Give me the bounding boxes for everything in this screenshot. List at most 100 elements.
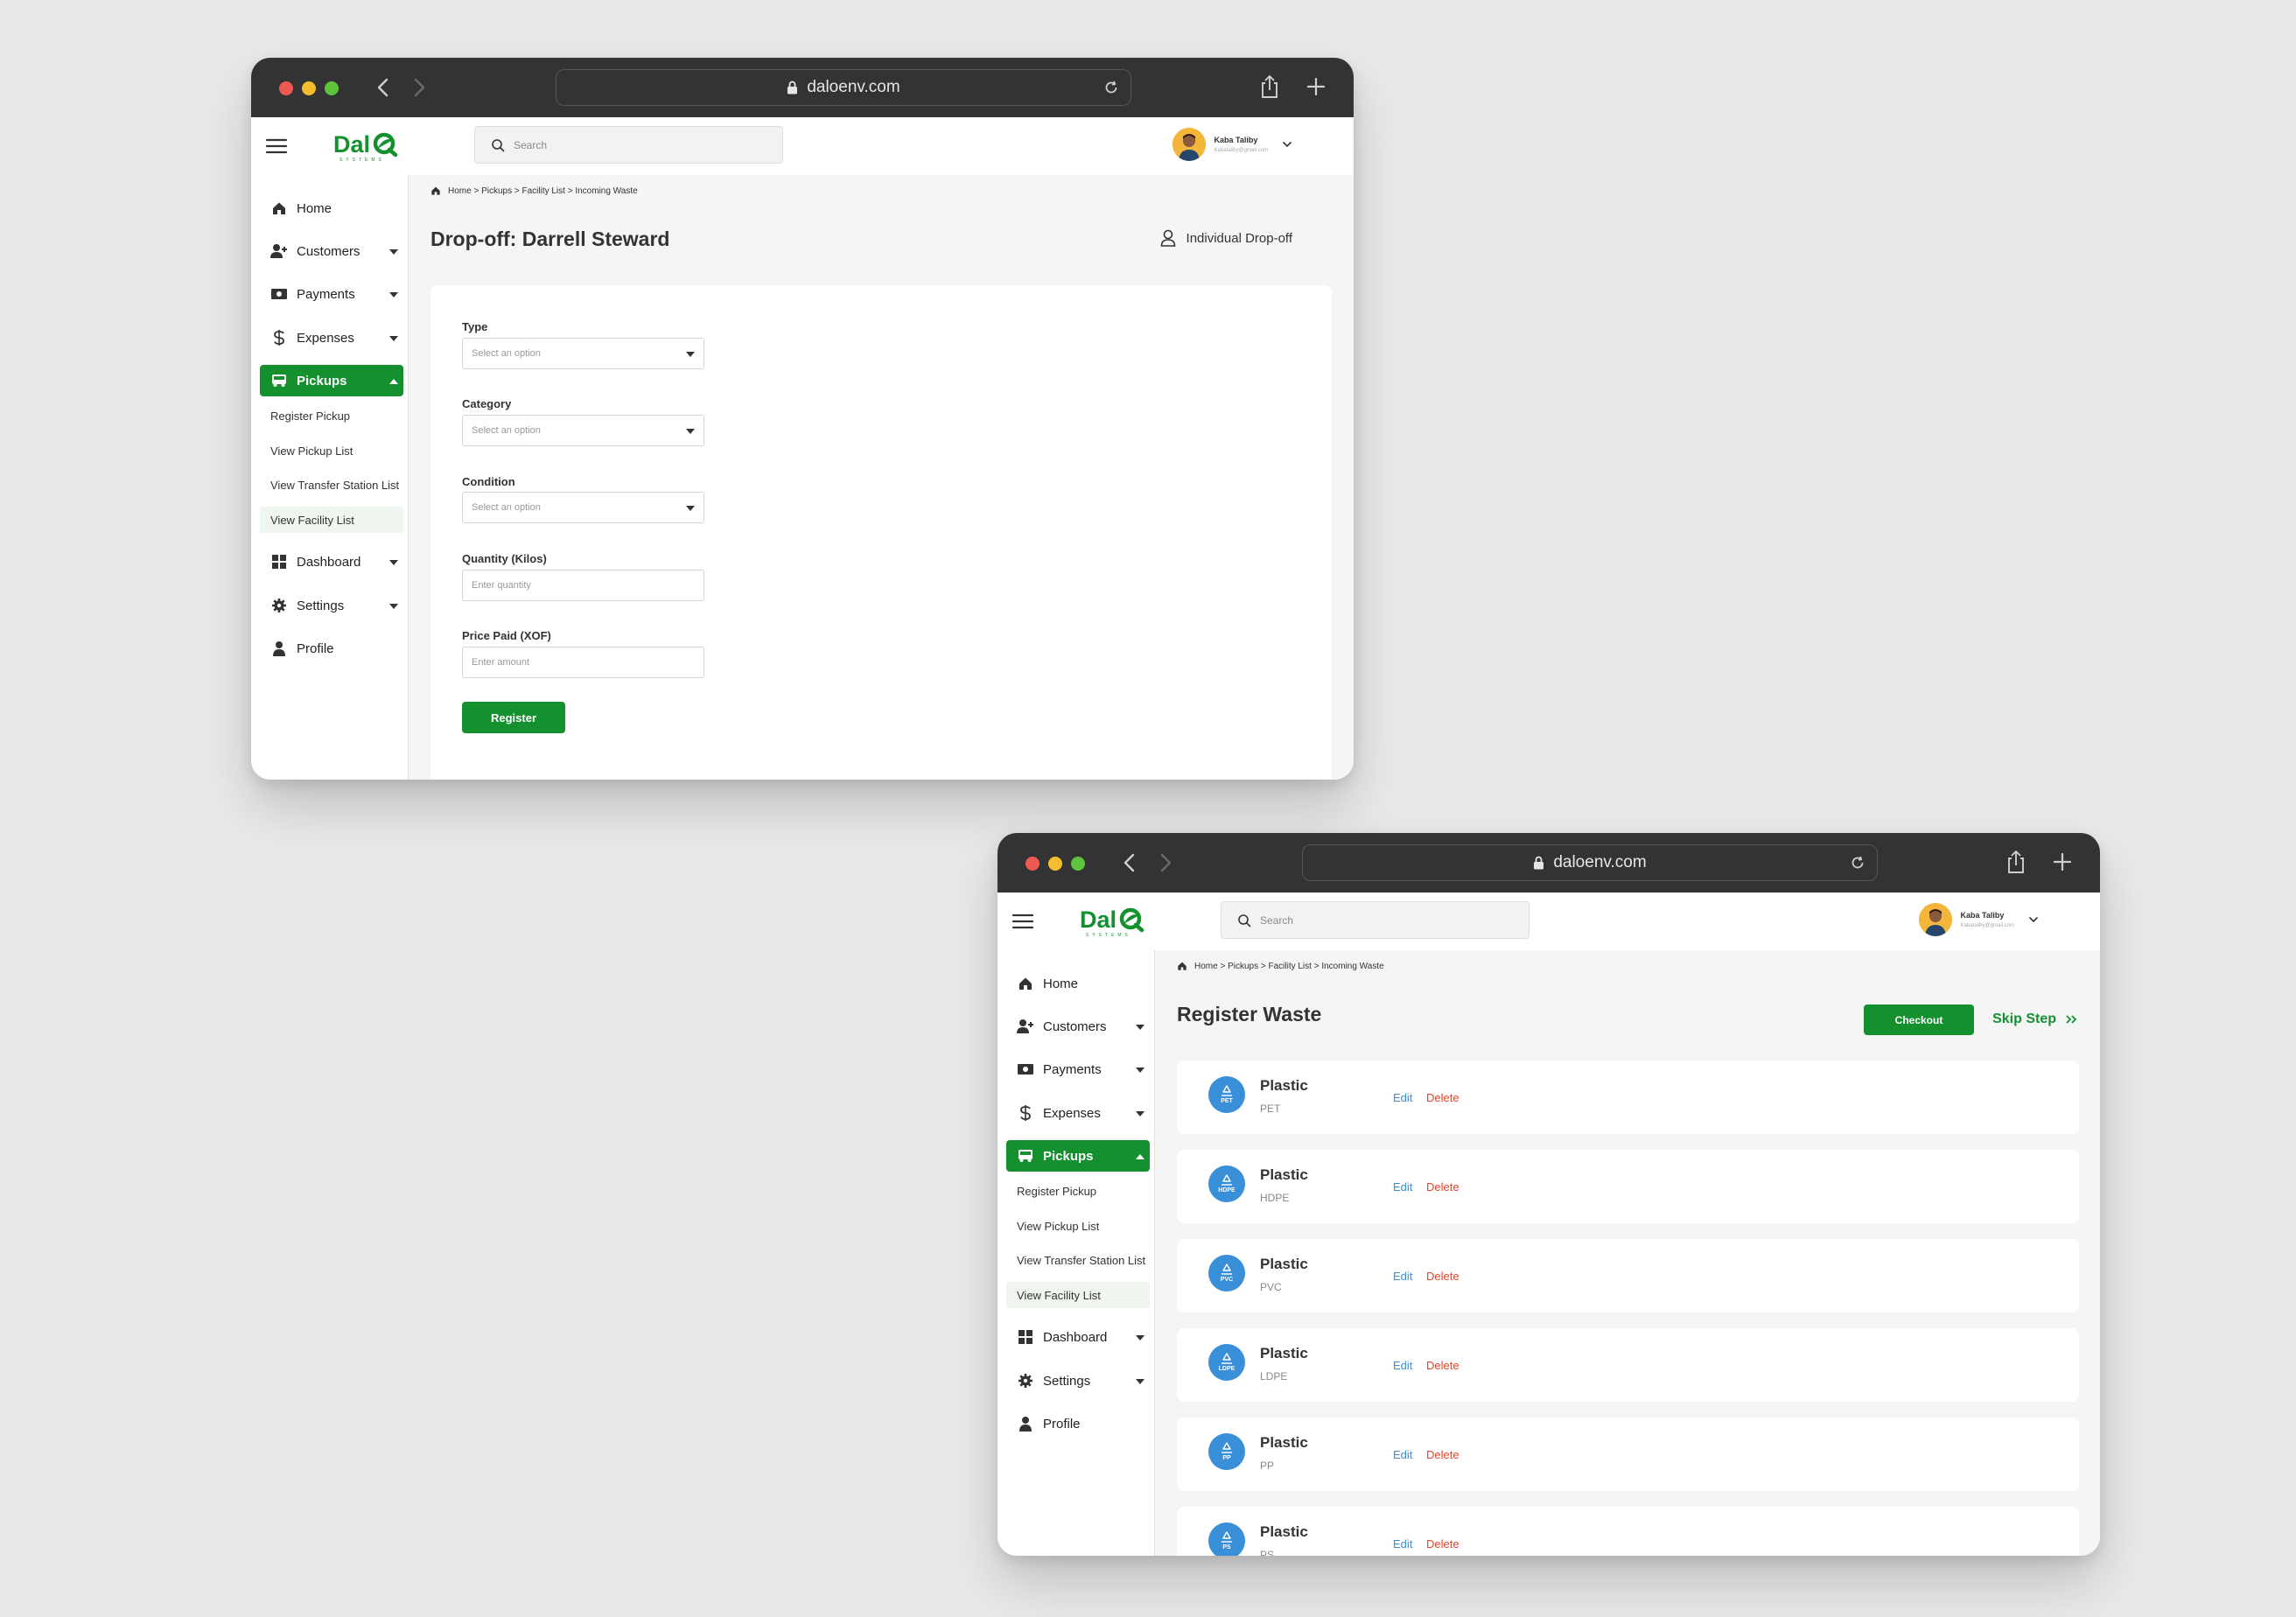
sidebar: Home Customers Payments Expenses Pickups…	[251, 175, 409, 780]
minimize-window-button[interactable]	[302, 81, 316, 95]
close-window-button[interactable]	[279, 81, 293, 95]
sidebar-subitem-label: View Pickup List	[1017, 1219, 1100, 1233]
edit-link[interactable]: Edit	[1393, 1270, 1412, 1283]
sidebar-subitem-label: Register Pickup	[1017, 1184, 1097, 1198]
sidebar-subitem-label: View Pickup List	[270, 444, 354, 458]
dalo-logo[interactable]: Dal SYSTEMS	[1078, 903, 1148, 940]
new-tab-icon[interactable]	[2051, 850, 2074, 878]
condition-select[interactable]: Select an option	[462, 492, 704, 523]
share-icon[interactable]	[1259, 74, 1280, 104]
delete-link[interactable]: Delete	[1426, 1448, 1460, 1461]
sidebar-item-home[interactable]: Home	[1006, 968, 1150, 999]
user-menu[interactable]: Kaba Taliby Kabataliby@gmail.com	[1918, 903, 2039, 936]
sidebar-item-payments[interactable]: Payments	[260, 278, 403, 310]
edit-link[interactable]: Edit	[1393, 1091, 1412, 1104]
sidebar-item-expenses[interactable]: Expenses	[1006, 1097, 1150, 1129]
sidebar-subitem-view-facility-list[interactable]: View Facility List	[260, 507, 403, 533]
sidebar-subitem-register-pickup[interactable]: Register Pickup	[1006, 1178, 1150, 1204]
forward-arrow-icon[interactable]	[1152, 849, 1179, 877]
forward-arrow-icon[interactable]	[406, 74, 432, 102]
browser-toolbar: daloenv.com	[251, 58, 1354, 117]
reload-icon[interactable]	[1102, 79, 1120, 96]
register-button[interactable]: Register	[462, 702, 565, 733]
delete-link[interactable]: Delete	[1426, 1180, 1460, 1194]
individual-dropoff-label[interactable]: Individual Drop-off	[1160, 229, 1292, 247]
price-label: Price Paid (XOF)	[462, 629, 551, 642]
new-tab-icon[interactable]	[1305, 75, 1327, 102]
price-input[interactable]: Enter amount	[462, 647, 704, 678]
sidebar-item-home[interactable]: Home	[260, 192, 403, 224]
search-placeholder: Search	[1260, 914, 1294, 927]
close-window-button[interactable]	[1026, 857, 1040, 871]
sidebar-item-customers[interactable]: Customers	[260, 235, 403, 267]
minimize-window-button[interactable]	[1048, 857, 1062, 871]
sidebar-subitem-view-pickup-list[interactable]: View Pickup List	[1006, 1213, 1150, 1239]
recycle-icon: PS	[1208, 1522, 1245, 1556]
sidebar-item-label: Settings	[297, 598, 345, 613]
sidebar-subitem-label: View Facility List	[270, 513, 354, 527]
address-bar[interactable]: daloenv.com	[556, 69, 1131, 106]
breadcrumb[interactable]: Home > Pickups > Facility List > Incomin…	[430, 186, 638, 196]
sidebar-subitem-view-transfer-station-list[interactable]: View Transfer Station List	[1006, 1247, 1150, 1273]
breadcrumb[interactable]: Home > Pickups > Facility List > Incomin…	[1177, 961, 1384, 971]
address-text: daloenv.com	[807, 78, 900, 96]
sidebar-subitem-view-pickup-list[interactable]: View Pickup List	[260, 438, 403, 464]
type-placeholder: Select an option	[472, 348, 541, 359]
app-header: Dal SYSTEMS Search Kaba Taliby Kabatalib…	[998, 892, 2100, 950]
caret-down-icon	[1136, 1025, 1144, 1030]
edit-link[interactable]: Edit	[1393, 1180, 1412, 1194]
sidebar-item-profile[interactable]: Profile	[1006, 1408, 1150, 1439]
sidebar-item-pickups[interactable]: Pickups	[1006, 1140, 1150, 1172]
recycle-icon: PVC	[1208, 1255, 1245, 1292]
checkout-button[interactable]: Checkout	[1864, 1004, 1974, 1035]
sidebar-item-label: Expenses	[297, 330, 354, 346]
chevron-down-icon[interactable]	[1282, 141, 1292, 148]
sidebar-item-pickups[interactable]: Pickups	[260, 365, 403, 396]
sidebar-item-settings[interactable]: Settings	[260, 590, 403, 621]
user-menu[interactable]: Kaba Taliby Kabataliby@gmail.com	[1172, 128, 1292, 161]
maximize-window-button[interactable]	[1071, 857, 1085, 871]
share-icon[interactable]	[2006, 849, 2026, 879]
waste-name: Plastic	[1260, 1523, 1308, 1540]
sidebar-item-label: Settings	[1043, 1373, 1091, 1389]
sidebar-subitem-view-facility-list[interactable]: View Facility List	[1006, 1282, 1150, 1308]
sidebar-item-payments[interactable]: Payments	[1006, 1054, 1150, 1085]
sidebar-item-dashboard[interactable]: Dashboard	[260, 546, 403, 578]
sidebar-item-settings[interactable]: Settings	[1006, 1365, 1150, 1396]
search-input[interactable]: Search	[474, 126, 783, 164]
sidebar-item-dashboard[interactable]: Dashboard	[1006, 1321, 1150, 1353]
search-input[interactable]: Search	[1221, 901, 1530, 939]
dalo-logo[interactable]: Dal SYSTEMS	[332, 128, 402, 164]
delete-link[interactable]: Delete	[1426, 1270, 1460, 1283]
back-arrow-icon[interactable]	[1116, 849, 1143, 877]
type-select[interactable]: Select an option	[462, 338, 704, 369]
back-arrow-icon[interactable]	[370, 74, 396, 102]
sidebar-item-customers[interactable]: Customers	[1006, 1011, 1150, 1042]
hamburger-menu-icon[interactable]	[263, 133, 290, 159]
delete-link[interactable]: Delete	[1426, 1091, 1460, 1104]
category-select[interactable]: Select an option	[462, 415, 704, 446]
delete-link[interactable]: Delete	[1426, 1537, 1460, 1550]
delete-link[interactable]: Delete	[1426, 1359, 1460, 1372]
address-bar[interactable]: daloenv.com	[1302, 844, 1878, 881]
sidebar-subitem-view-transfer-station-list[interactable]: View Transfer Station List	[260, 472, 403, 498]
skip-step-link[interactable]: Skip Step	[1992, 1012, 2077, 1027]
sidebar-subitem-register-pickup[interactable]: Register Pickup	[260, 402, 403, 429]
edit-link[interactable]: Edit	[1393, 1537, 1412, 1550]
reload-icon[interactable]	[1849, 854, 1866, 872]
edit-link[interactable]: Edit	[1393, 1359, 1412, 1372]
chevron-down-icon[interactable]	[2028, 916, 2039, 923]
edit-link[interactable]: Edit	[1393, 1448, 1412, 1461]
waste-code: PS	[1260, 1549, 1275, 1556]
caret-down-icon	[389, 604, 398, 609]
quantity-input[interactable]: Enter quantity	[462, 570, 704, 601]
address-text: daloenv.com	[1553, 853, 1647, 872]
sidebar-subitem-label: View Transfer Station List	[1017, 1253, 1146, 1267]
maximize-window-button[interactable]	[325, 81, 339, 95]
list-item: PET Plastic PET Edit Delete	[1177, 1060, 2079, 1134]
main-content: Home > Pickups > Facility List > Incomin…	[1156, 950, 2100, 1556]
hamburger-menu-icon[interactable]	[1010, 908, 1036, 934]
sidebar-item-profile[interactable]: Profile	[260, 633, 403, 664]
recycle-icon: LDPE	[1208, 1344, 1245, 1381]
sidebar-item-expenses[interactable]: Expenses	[260, 322, 403, 354]
